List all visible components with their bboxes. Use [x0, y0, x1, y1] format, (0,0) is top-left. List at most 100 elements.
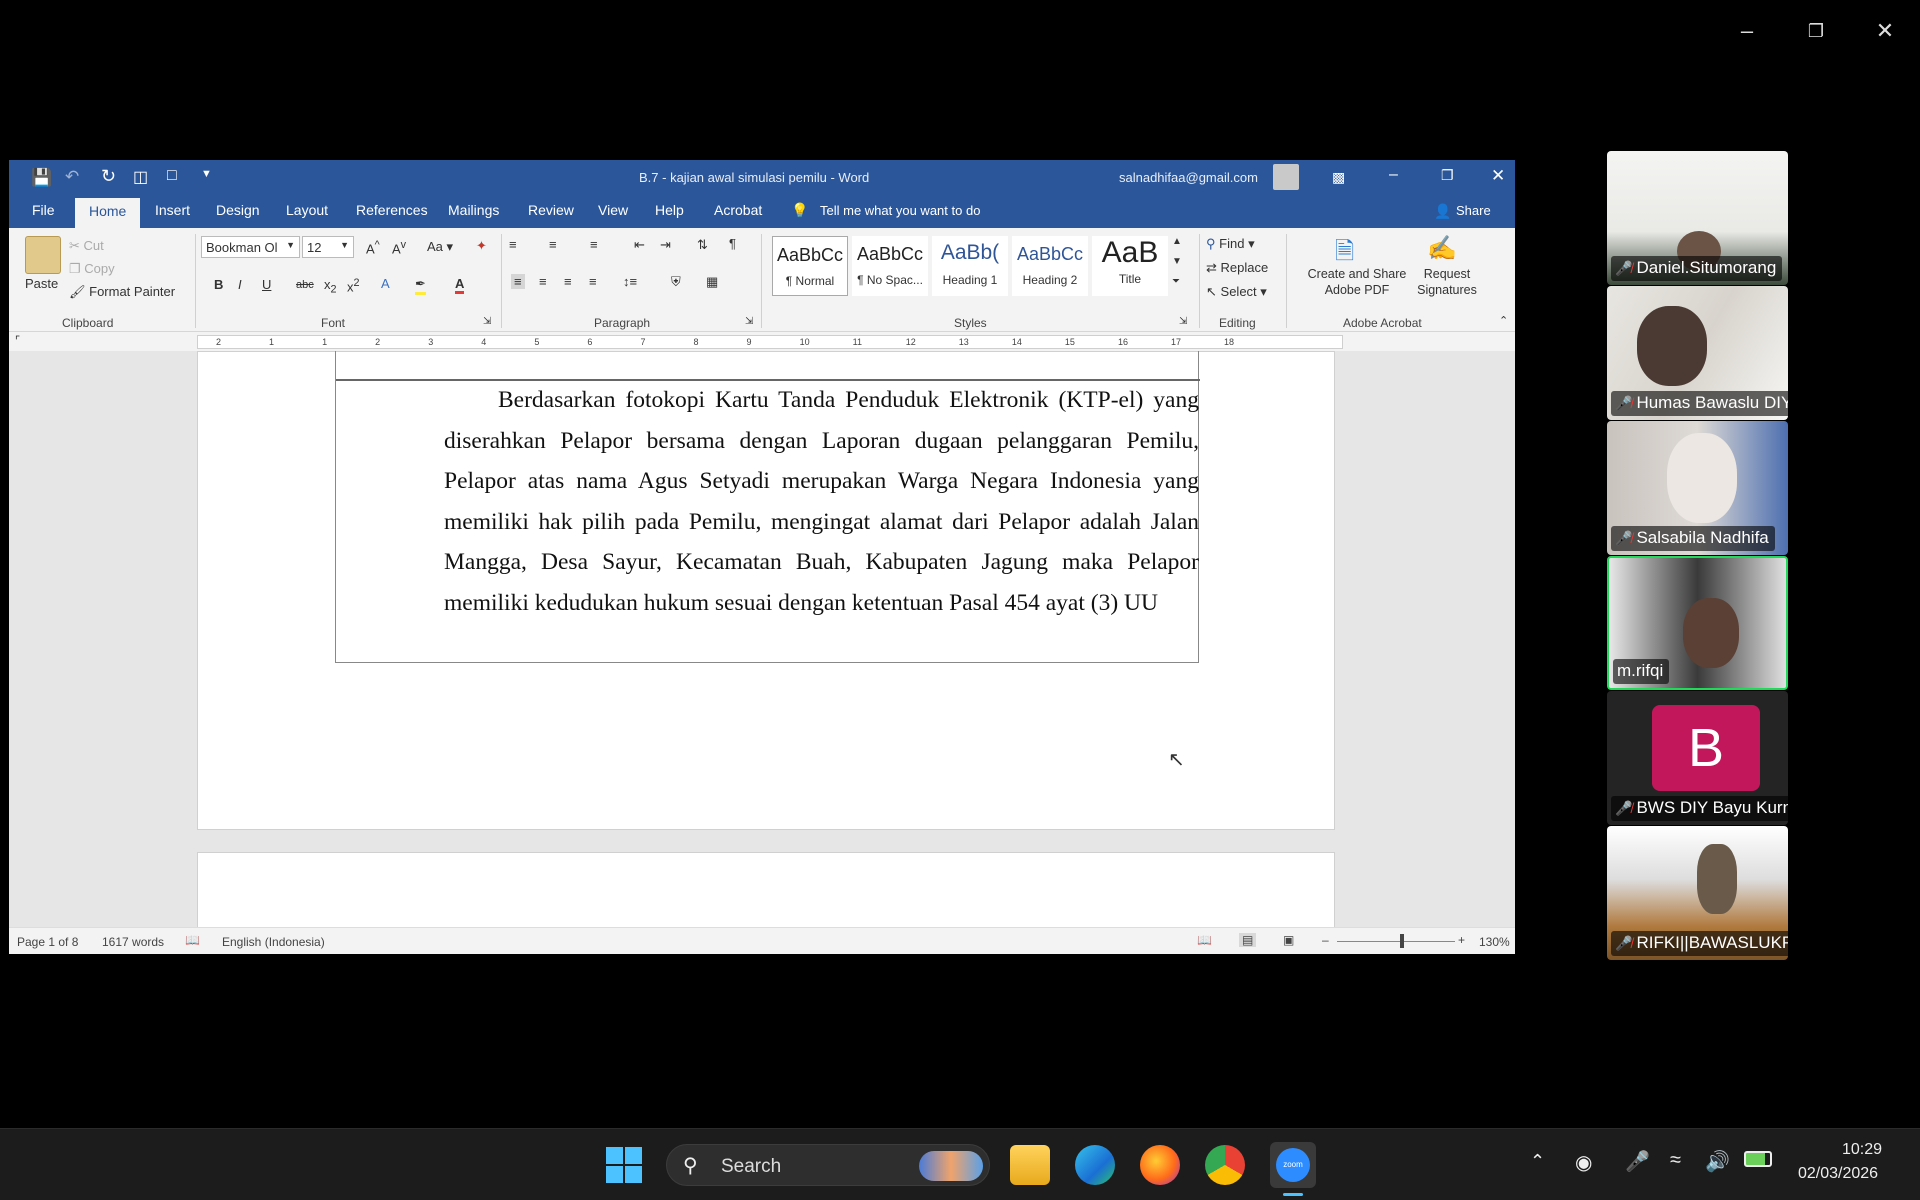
chevron-up-icon[interactable]: ⌃	[1530, 1151, 1545, 1172]
grow-font-icon[interactable]: A^	[366, 239, 380, 256]
page-count[interactable]: Page 1 of 8	[17, 935, 78, 949]
strikethrough-icon[interactable]: abc	[296, 279, 314, 291]
copy-button[interactable]: ❐ Copy	[69, 261, 115, 277]
zoom-app-icon[interactable]: zoom	[1270, 1142, 1316, 1188]
document-page-2[interactable]	[197, 852, 1335, 927]
minimize-icon[interactable]: –	[1726, 14, 1768, 48]
save-icon[interactable]: 💾	[31, 168, 52, 188]
line-spacing-icon[interactable]: ↕≡	[623, 274, 637, 289]
paste-icon[interactable]	[25, 236, 61, 274]
undo-icon[interactable]: ↶	[65, 167, 79, 187]
participant-tile[interactable]: B 🎤̸BWS DIY Bayu Kurnia...	[1607, 691, 1788, 825]
collapse-ribbon-icon[interactable]: ⌃	[1499, 314, 1508, 327]
replace-button[interactable]: ⇄ Replace	[1206, 260, 1268, 276]
proofing-icon[interactable]: 📖	[185, 933, 200, 947]
underline-icon[interactable]: U	[262, 277, 271, 292]
align-center-icon[interactable]: ≡	[539, 274, 547, 289]
cut-button[interactable]: ✂ Cut	[69, 238, 104, 254]
share-button[interactable]: Share	[1456, 203, 1491, 218]
word-restore-icon[interactable]: ❐	[1441, 167, 1454, 184]
bold-icon[interactable]: B	[214, 277, 223, 292]
document-page[interactable]: Berdasarkan fotokopi Kartu Tanda Pendudu…	[197, 351, 1335, 830]
start-icon[interactable]	[606, 1147, 642, 1183]
request-signatures-button[interactable]: Request Signatures	[1415, 266, 1479, 298]
tab-layout[interactable]: Layout	[286, 202, 328, 218]
styles-scroll-down-icon[interactable]: ▼	[1172, 256, 1182, 267]
shading-icon[interactable]: ⛨	[671, 274, 681, 290]
print-preview-icon[interactable]: ◫	[133, 167, 148, 187]
tab-home[interactable]: Home	[75, 198, 141, 228]
style-normal[interactable]: AaBbCc ¶ Normal	[772, 236, 848, 296]
style-heading-2[interactable]: AaBbCc Heading 2	[1012, 236, 1088, 296]
document-paragraph[interactable]: Berdasarkan fotokopi Kartu Tanda Pendudu…	[444, 380, 1199, 623]
clock-time[interactable]: 10:29	[1842, 1141, 1882, 1159]
style-heading-1[interactable]: AaBb(Heading 1	[932, 236, 1008, 296]
document-table-cell[interactable]: Berdasarkan fotokopi Kartu Tanda Pendudu…	[335, 351, 1200, 663]
styles-more-icon[interactable]: ⏷	[1172, 276, 1180, 287]
close-icon[interactable]: ✕	[1864, 14, 1906, 48]
styles-dialog-launcher-icon[interactable]: ⇲	[1179, 316, 1187, 327]
firefox-icon[interactable]	[1140, 1145, 1180, 1185]
text-effects-icon[interactable]: A	[381, 276, 390, 291]
word-close-icon[interactable]: ✕	[1491, 166, 1505, 186]
tab-references[interactable]: References	[356, 202, 428, 218]
read-mode-icon[interactable]: 📖	[1197, 933, 1212, 947]
share-icon[interactable]: 👤	[1434, 203, 1451, 220]
zoom-slider[interactable]	[1337, 941, 1455, 942]
clear-formatting-icon[interactable]: ✦	[476, 238, 487, 254]
file-explorer-icon[interactable]	[1010, 1145, 1050, 1185]
web-layout-icon[interactable]: ▣	[1283, 933, 1294, 947]
tray-app-icon[interactable]: ◉	[1575, 1150, 1592, 1175]
volume-icon[interactable]: 🔊	[1705, 1149, 1730, 1174]
tab-view[interactable]: View	[598, 202, 628, 218]
font-dialog-launcher-icon[interactable]: ⇲	[483, 316, 491, 327]
chrome-icon[interactable]	[1205, 1145, 1245, 1185]
participant-tile[interactable]: 🎤̸ Daniel.Situmorang	[1607, 151, 1788, 285]
participant-tile[interactable]: 🎤̸ RIFKI||BAWASLUKP	[1607, 826, 1788, 960]
select-button[interactable]: ↖ Select ▾	[1206, 284, 1267, 300]
word-count[interactable]: 1617 words	[102, 935, 164, 949]
numbering-icon[interactable]: ≡	[549, 237, 557, 252]
shrink-font-icon[interactable]: Av	[392, 239, 406, 256]
style-title[interactable]: AaB Title	[1092, 236, 1168, 296]
highlight-icon[interactable]: ✒	[415, 276, 426, 295]
wifi-icon[interactable]: ≈	[1670, 1149, 1681, 1172]
justify-icon[interactable]: ≡	[589, 274, 597, 289]
tab-mailings[interactable]: Mailings	[448, 202, 499, 218]
zoom-slider-thumb[interactable]	[1400, 934, 1405, 948]
change-case-button[interactable]: Aa ▾	[427, 239, 453, 255]
microphone-icon[interactable]: 🎤	[1625, 1149, 1650, 1174]
language-indicator[interactable]: English (Indonesia)	[222, 935, 325, 949]
borders-icon[interactable]: ▦	[706, 274, 718, 290]
sort-icon[interactable]: ⇅	[697, 237, 708, 253]
avatar[interactable]	[1273, 164, 1299, 190]
print-layout-icon[interactable]: ▤	[1239, 933, 1257, 947]
document-area[interactable]: Berdasarkan fotokopi Kartu Tanda Pendudu…	[9, 351, 1515, 927]
horizontal-ruler[interactable]: 2 1 1 2 3 4 5 6 7 8 9 10 11 12 13 14 15 16 17 18	[197, 335, 1343, 349]
bullets-icon[interactable]: ≡	[509, 237, 517, 252]
subscript-icon[interactable]: x2	[324, 277, 337, 296]
customize-qat-icon[interactable]: ▼	[201, 168, 212, 180]
font-size-select[interactable]: 12 ▼	[302, 236, 354, 258]
tell-me-search[interactable]: Tell me what you want to do	[820, 203, 980, 218]
superscript-icon[interactable]: x2	[347, 277, 360, 294]
clock-date[interactable]: 02/03/2026	[1798, 1165, 1878, 1183]
italic-icon[interactable]: I	[238, 277, 242, 292]
create-pdf-button[interactable]: Create and Share Adobe PDF	[1297, 266, 1417, 298]
word-minimize-icon[interactable]: –	[1389, 166, 1398, 184]
paragraph-dialog-launcher-icon[interactable]: ⇲	[745, 316, 753, 327]
battery-icon[interactable]	[1744, 1151, 1772, 1167]
tab-design[interactable]: Design	[216, 202, 260, 218]
account-email[interactable]: salnadhifaa@gmail.com	[1119, 170, 1258, 185]
increase-indent-icon[interactable]: ⇥	[660, 237, 671, 253]
decrease-indent-icon[interactable]: ⇤	[634, 237, 645, 253]
tab-review[interactable]: Review	[528, 202, 574, 218]
styles-scroll-up-icon[interactable]: ▲	[1172, 236, 1182, 247]
tab-selector-icon[interactable]: ⌜	[15, 334, 20, 347]
multilevel-list-icon[interactable]: ≡	[590, 237, 598, 252]
participant-tile[interactable]: 🎤̸ Salsabila Nadhifa	[1607, 421, 1788, 555]
redo-icon[interactable]: ↻	[101, 166, 116, 187]
font-name-select[interactable]: Bookman Ol ▼	[201, 236, 300, 258]
participant-tile[interactable]: 🎤̸ Humas Bawaslu DIY	[1607, 286, 1788, 420]
edge-icon[interactable]	[1075, 1145, 1115, 1185]
